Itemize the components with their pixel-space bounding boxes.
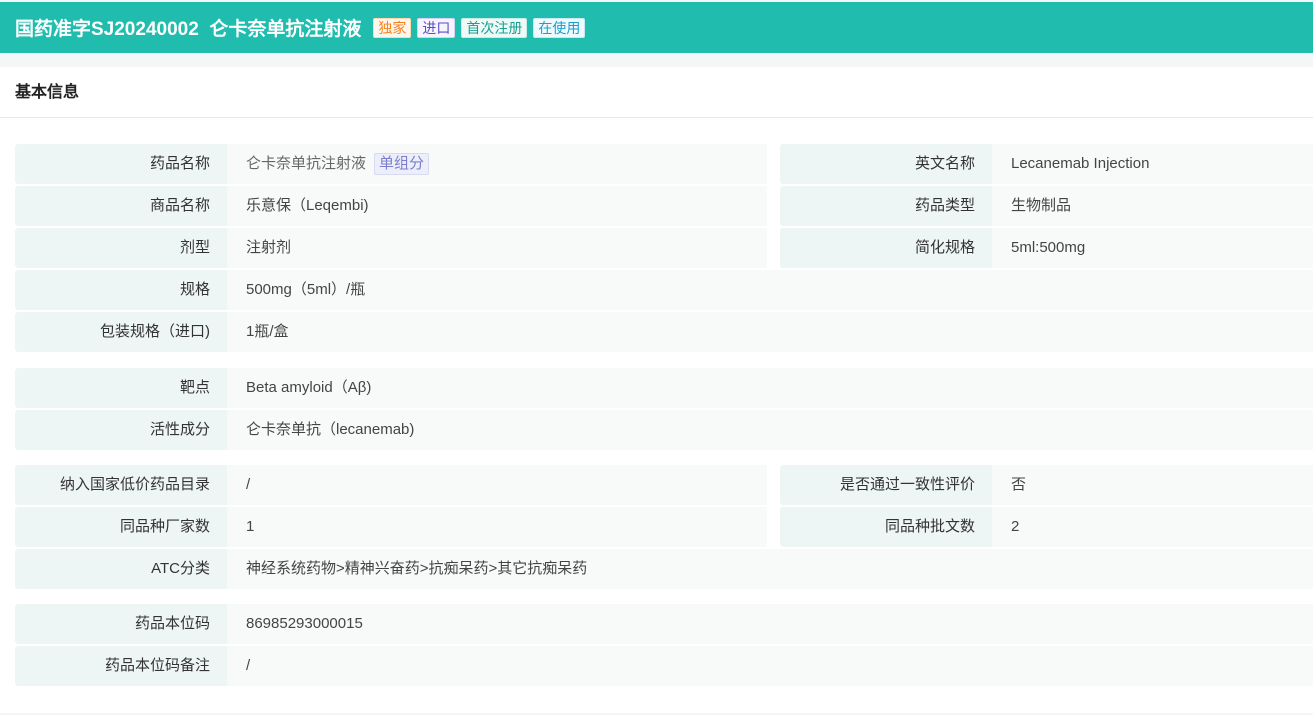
info-row: 靶点 Beta amyloid（Aβ) xyxy=(15,368,1313,408)
section-title: 基本信息 xyxy=(0,67,1313,118)
field-value: 乐意保（Leqembi) xyxy=(227,186,767,226)
field-label: 简化规格 xyxy=(780,228,992,268)
field-label: 活性成分 xyxy=(15,410,227,450)
field-value: / xyxy=(227,465,767,505)
field-label: ATC分类 xyxy=(15,549,227,589)
info-row: 药品名称 仑卡奈单抗注射液 单组分 英文名称 Lecanemab Injectio… xyxy=(15,144,1313,184)
tag-exclusive: 独家 xyxy=(373,17,412,38)
field-label: 包装规格（进口) xyxy=(15,312,227,352)
single-component-badge: 单组分 xyxy=(374,153,430,176)
field-value: 1 xyxy=(227,507,767,547)
field-label: 药品本位码备注 xyxy=(15,646,227,686)
field-value: 5ml:500mg xyxy=(992,228,1313,268)
field-label: 药品名称 xyxy=(15,144,227,184)
field-value: 否 xyxy=(992,465,1313,505)
field-value: Lecanemab Injection xyxy=(992,144,1313,184)
field-value: 生物制品 xyxy=(992,186,1313,226)
info-row: 剂型 注射剂 简化规格 5ml:500mg xyxy=(15,228,1313,268)
tag-first-registration: 首次注册 xyxy=(461,17,528,38)
field-value: 2 xyxy=(992,507,1313,547)
field-label: 药品本位码 xyxy=(15,604,227,644)
field-value: 仑卡奈单抗注射液 单组分 xyxy=(227,144,767,184)
field-value: 500mg（5ml）/瓶 xyxy=(227,270,1313,310)
info-row: 纳入国家低价药品目录 / 是否通过一致性评价 否 xyxy=(15,465,1313,505)
info-row: ATC分类 神经系统药物>精神兴奋药>抗痴呆药>其它抗痴呆药 xyxy=(15,549,1313,589)
field-label: 商品名称 xyxy=(15,186,227,226)
field-label: 同品种批文数 xyxy=(780,507,992,547)
field-label: 同品种厂家数 xyxy=(15,507,227,547)
basic-info-card: 基本信息 药品名称 仑卡奈单抗注射液 单组分 英文名称 Lecanemab Inj… xyxy=(0,67,1313,713)
field-label: 纳入国家低价药品目录 xyxy=(15,465,227,505)
page-header: 国药准字SJ20240002 仑卡奈单抗注射液 独家 进口 首次注册 在使用 xyxy=(0,2,1313,53)
info-row: 商品名称 乐意保（Leqembi) 药品类型 生物制品 xyxy=(15,186,1313,226)
info-block-2: 靶点 Beta amyloid（Aβ) 活性成分 仑卡奈单抗（lecanemab… xyxy=(15,368,1313,452)
field-value: 1瓶/盒 xyxy=(227,312,1313,352)
field-label: 英文名称 xyxy=(780,144,992,184)
field-value: 神经系统药物>精神兴奋药>抗痴呆药>其它抗痴呆药 xyxy=(227,549,1313,589)
tag-in-use: 在使用 xyxy=(533,17,586,38)
info-row: 规格 500mg（5ml）/瓶 xyxy=(15,270,1313,310)
field-label: 是否通过一致性评价 xyxy=(780,465,992,505)
info-row: 药品本位码备注 / xyxy=(15,646,1313,686)
field-value: / xyxy=(227,646,1313,686)
field-value: 仑卡奈单抗（lecanemab) xyxy=(227,410,1313,450)
info-row: 活性成分 仑卡奈单抗（lecanemab) xyxy=(15,410,1313,450)
info-row: 包装规格（进口) 1瓶/盒 xyxy=(15,312,1313,352)
tag-import: 进口 xyxy=(417,17,456,38)
field-value: 86985293000015 xyxy=(227,604,1313,644)
info-block-4: 药品本位码 86985293000015 药品本位码备注 / xyxy=(15,604,1313,688)
info-block-1: 药品名称 仑卡奈单抗注射液 单组分 英文名称 Lecanemab Injectio… xyxy=(15,144,1313,354)
info-row: 同品种厂家数 1 同品种批文数 2 xyxy=(15,507,1313,547)
field-label: 靶点 xyxy=(15,368,227,408)
page-title: 国药准字SJ20240002 仑卡奈单抗注射液 xyxy=(15,19,362,40)
info-block-3: 纳入国家低价药品目录 / 是否通过一致性评价 否 同品种厂家数 1 同品种批文数… xyxy=(15,465,1313,591)
field-value: Beta amyloid（Aβ) xyxy=(227,368,1313,408)
drug-name-value: 仑卡奈单抗注射液 xyxy=(246,155,367,172)
field-label: 剂型 xyxy=(15,228,227,268)
field-label: 规格 xyxy=(15,270,227,310)
field-value: 注射剂 xyxy=(227,228,767,268)
info-row: 药品本位码 86985293000015 xyxy=(15,604,1313,644)
field-label: 药品类型 xyxy=(780,186,992,226)
